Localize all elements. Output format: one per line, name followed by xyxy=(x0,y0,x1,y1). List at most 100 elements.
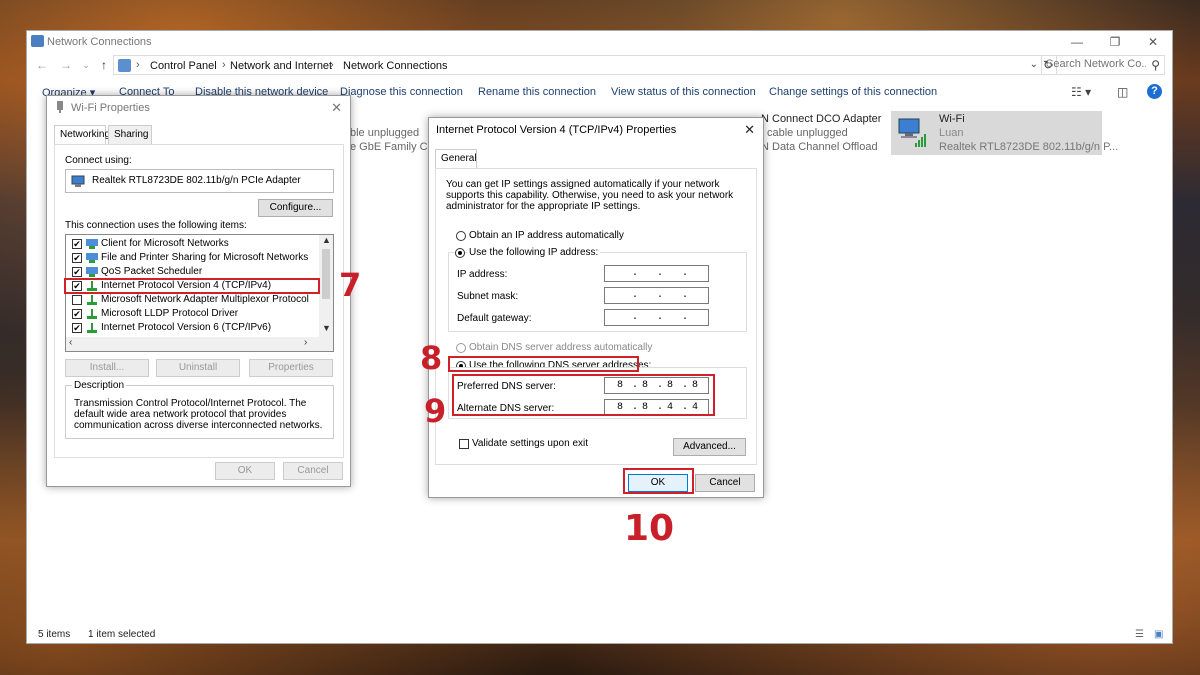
list-item[interactable]: ✔ Client for Microsoft Networks xyxy=(70,237,314,251)
horizontal-scrollbar[interactable]: ‹ › xyxy=(66,337,333,351)
install-button[interactable]: Install... xyxy=(65,359,149,377)
diagnose-button[interactable]: Diagnose this connection xyxy=(340,86,463,98)
wifi-ok-button[interactable]: OK xyxy=(215,462,275,480)
close-icon[interactable]: ✕ xyxy=(331,100,342,116)
use-following-ip-label: Use the following IP address: xyxy=(467,247,601,258)
item-checkbox[interactable]: ✔ xyxy=(72,323,82,333)
vpn-adapter-status: cable unplugged xyxy=(767,127,848,139)
list-item[interactable]: ✔ Internet Protocol Version 6 (TCP/IPv6) xyxy=(70,321,314,335)
change-settings-button[interactable]: Change settings of this connection xyxy=(769,86,937,98)
ipv4-cancel-button[interactable]: Cancel xyxy=(695,474,755,492)
list-item[interactable]: Microsoft Network Adapter Multiplexor Pr… xyxy=(70,293,314,307)
help-icon[interactable]: ? xyxy=(1147,84,1162,99)
obtain-dns-auto-radio[interactable] xyxy=(456,343,466,353)
default-gateway-label: Default gateway: xyxy=(457,313,532,324)
dialog-title: Internet Protocol Version 4 (TCP/IPv4) P… xyxy=(436,124,677,136)
scroll-up-icon[interactable]: ▲ xyxy=(322,235,331,245)
vpn-adapter-title[interactable]: N Connect DCO Adapter xyxy=(761,113,881,125)
breadcrumb-network-internet[interactable]: Network and Internet xyxy=(230,60,332,72)
tab-sharing[interactable]: Sharing xyxy=(108,125,152,145)
tab-strip: Networking Sharing xyxy=(54,125,344,145)
recent-dropdown-icon[interactable]: ⌄ xyxy=(79,58,93,72)
breadcrumb-control-panel[interactable]: Control Panel xyxy=(150,60,217,72)
highlight-ok-button xyxy=(623,468,694,494)
validate-label: Validate settings upon exit xyxy=(472,438,589,449)
use-following-ip-radio[interactable] xyxy=(455,248,465,258)
subnet-mask-field[interactable]: ... xyxy=(604,287,709,304)
breadcrumb-separator: › xyxy=(330,59,334,71)
highlight-dns-radio xyxy=(448,356,639,372)
step-7-label: 7 xyxy=(339,266,362,304)
close-button[interactable]: ✕ xyxy=(1143,34,1163,50)
uninstall-button[interactable]: Uninstall xyxy=(156,359,240,377)
default-gateway-field[interactable]: ... xyxy=(604,309,709,326)
search-box[interactable]: ⚲ xyxy=(1041,55,1165,75)
restore-button[interactable]: ❐ xyxy=(1105,34,1125,50)
breadcrumb-network-connections[interactable]: Network Connections xyxy=(343,60,448,72)
step-10-label: 10 xyxy=(624,508,675,549)
intro-text: You can get IP settings assigned automat… xyxy=(446,179,734,212)
list-item[interactable]: ✔ File and Printer Sharing for Microsoft… xyxy=(70,251,314,265)
list-item[interactable]: ✔ Microsoft LLDP Protocol Driver xyxy=(70,307,314,321)
item-checkbox[interactable]: ✔ xyxy=(72,267,82,277)
properties-button[interactable]: Properties xyxy=(249,359,333,377)
wifi-adapter-item[interactable]: Wi-Fi Luan Realtek RTL8723DE 802.11b/g/n… xyxy=(891,111,1118,155)
tab-general[interactable]: General xyxy=(435,149,477,169)
description-label: Description xyxy=(72,380,127,391)
ip-address-field[interactable]: ... xyxy=(604,265,709,282)
item-checkbox[interactable]: ✔ xyxy=(72,309,82,319)
address-dropdown-icon[interactable]: ⌄ xyxy=(1030,59,1038,70)
tab-networking[interactable]: Networking xyxy=(54,125,110,145)
obtain-ip-auto-radio[interactable] xyxy=(456,231,466,241)
view-status-button[interactable]: View status of this connection xyxy=(611,86,756,98)
scroll-right-icon[interactable]: › xyxy=(304,337,307,348)
protocol-icon xyxy=(87,323,97,333)
advanced-button[interactable]: Advanced... xyxy=(673,438,746,456)
highlight-dns-fields xyxy=(452,374,715,416)
wifi-cancel-button[interactable]: Cancel xyxy=(283,462,343,480)
wifi-adapter-icon xyxy=(898,118,926,147)
item-label: Client for Microsoft Networks xyxy=(101,238,229,249)
back-arrow-icon[interactable]: ← xyxy=(35,58,49,72)
networking-panel: Connect using: Realtek RTL8723DE 802.11b… xyxy=(54,144,344,458)
address-bar[interactable]: › Control Panel › Network and Internet ›… xyxy=(113,55,1057,75)
view-options-icon[interactable]: ☷ ▾ xyxy=(1071,85,1091,99)
configure-button[interactable]: Configure... xyxy=(258,199,333,217)
item-checkbox[interactable] xyxy=(72,295,82,305)
step-8-label: 8 xyxy=(420,339,443,377)
minimize-button[interactable]: — xyxy=(1067,34,1087,50)
dialog-titlebar: Internet Protocol Version 4 (TCP/IPv4) P… xyxy=(429,118,763,142)
selection-count: 1 item selected xyxy=(88,629,156,640)
details-view-icon[interactable]: ☰ xyxy=(1135,629,1144,640)
breadcrumb-separator: › xyxy=(222,59,226,71)
list-item[interactable]: ✔ QoS Packet Scheduler xyxy=(70,265,314,279)
ip-address-label: IP address: xyxy=(457,269,508,280)
description-text: Transmission Control Protocol/Internet P… xyxy=(74,398,323,431)
up-arrow-icon[interactable]: ↑ xyxy=(97,58,111,72)
scroll-down-icon[interactable]: ▼ xyxy=(322,323,331,333)
adapter-name: Realtek RTL8723DE 802.11b/g/n PCIe Adapt… xyxy=(92,175,301,186)
window-title: Network Connections xyxy=(47,36,152,48)
item-checkbox[interactable]: ✔ xyxy=(72,253,82,263)
scrollbar-thumb[interactable] xyxy=(322,249,330,299)
status-bar: 5 items 1 item selected ☰ ▣ xyxy=(27,627,1172,643)
validate-checkbox[interactable] xyxy=(459,439,469,449)
obtain-dns-auto-label: Obtain DNS server address automatically xyxy=(469,342,653,353)
tiles-view-icon[interactable]: ▣ xyxy=(1154,629,1163,640)
ethernet-status: ble unplugged xyxy=(350,127,420,139)
breadcrumb-separator: › xyxy=(136,59,140,71)
dialog-titlebar: Wi-Fi Properties ✕ xyxy=(47,96,350,120)
vertical-scrollbar[interactable]: ▲ ▼ xyxy=(319,235,333,337)
items-label: This connection uses the following items… xyxy=(65,220,247,231)
general-panel: You can get IP settings assigned automat… xyxy=(435,168,757,465)
tab-strip: General xyxy=(435,149,755,169)
close-icon[interactable]: ✕ xyxy=(744,122,755,138)
protocol-icon xyxy=(87,309,97,319)
preview-pane-icon[interactable]: ◫ xyxy=(1117,85,1128,99)
rename-button[interactable]: Rename this connection xyxy=(478,86,596,98)
scroll-left-icon[interactable]: ‹ xyxy=(69,337,72,348)
item-checkbox[interactable]: ✔ xyxy=(72,239,82,249)
description-group: Description Transmission Control Protoco… xyxy=(65,380,334,439)
search-input[interactable] xyxy=(1046,58,1146,70)
forward-arrow-icon[interactable]: → xyxy=(59,58,73,72)
